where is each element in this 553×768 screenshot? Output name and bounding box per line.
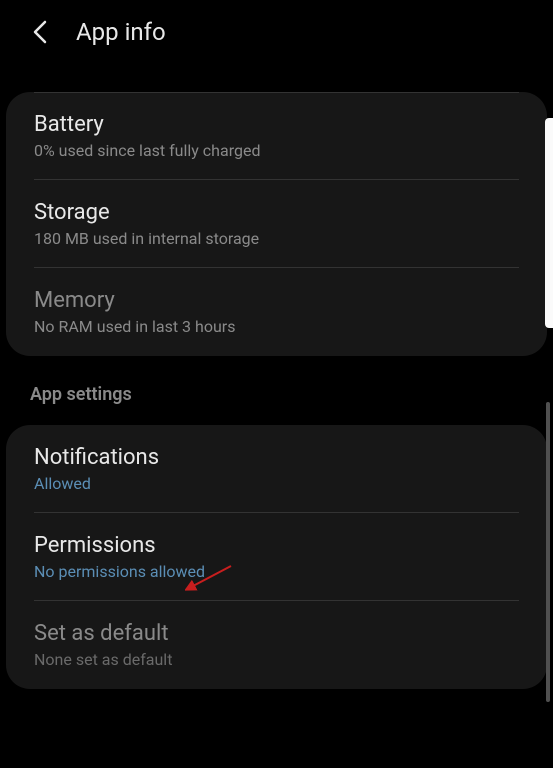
battery-title: Battery	[34, 112, 519, 137]
usage-section: Battery 0% used since last fully charged…	[6, 92, 547, 356]
notifications-title: Notifications	[34, 445, 519, 470]
storage-item[interactable]: Storage 180 MB used in internal storage	[6, 180, 547, 268]
storage-subtitle: 180 MB used in internal storage	[34, 229, 519, 248]
storage-title: Storage	[34, 200, 519, 225]
app-header: App info	[0, 0, 553, 64]
set-as-default-item[interactable]: Set as default None set as default	[6, 601, 547, 689]
scrollbar-thumb[interactable]	[545, 118, 553, 328]
battery-item[interactable]: Battery 0% used since last fully charged	[6, 92, 547, 180]
memory-subtitle: No RAM used in last 3 hours	[34, 317, 519, 336]
permissions-subtitle: No permissions allowed	[34, 562, 519, 581]
permissions-item[interactable]: Permissions No permissions allowed	[6, 513, 547, 601]
app-settings-section: Notifications Allowed Permissions No per…	[6, 425, 547, 689]
notifications-item[interactable]: Notifications Allowed	[6, 425, 547, 513]
notifications-subtitle: Allowed	[34, 474, 519, 493]
set-as-default-title: Set as default	[34, 621, 519, 646]
memory-title: Memory	[34, 288, 519, 313]
back-icon[interactable]	[28, 20, 52, 44]
app-settings-header: App settings	[0, 356, 553, 419]
scrollbar-track	[546, 402, 550, 702]
set-as-default-subtitle: None set as default	[34, 650, 519, 669]
permissions-title: Permissions	[34, 533, 519, 558]
memory-item[interactable]: Memory No RAM used in last 3 hours	[6, 268, 547, 356]
page-title: App info	[76, 18, 166, 46]
battery-subtitle: 0% used since last fully charged	[34, 141, 519, 160]
